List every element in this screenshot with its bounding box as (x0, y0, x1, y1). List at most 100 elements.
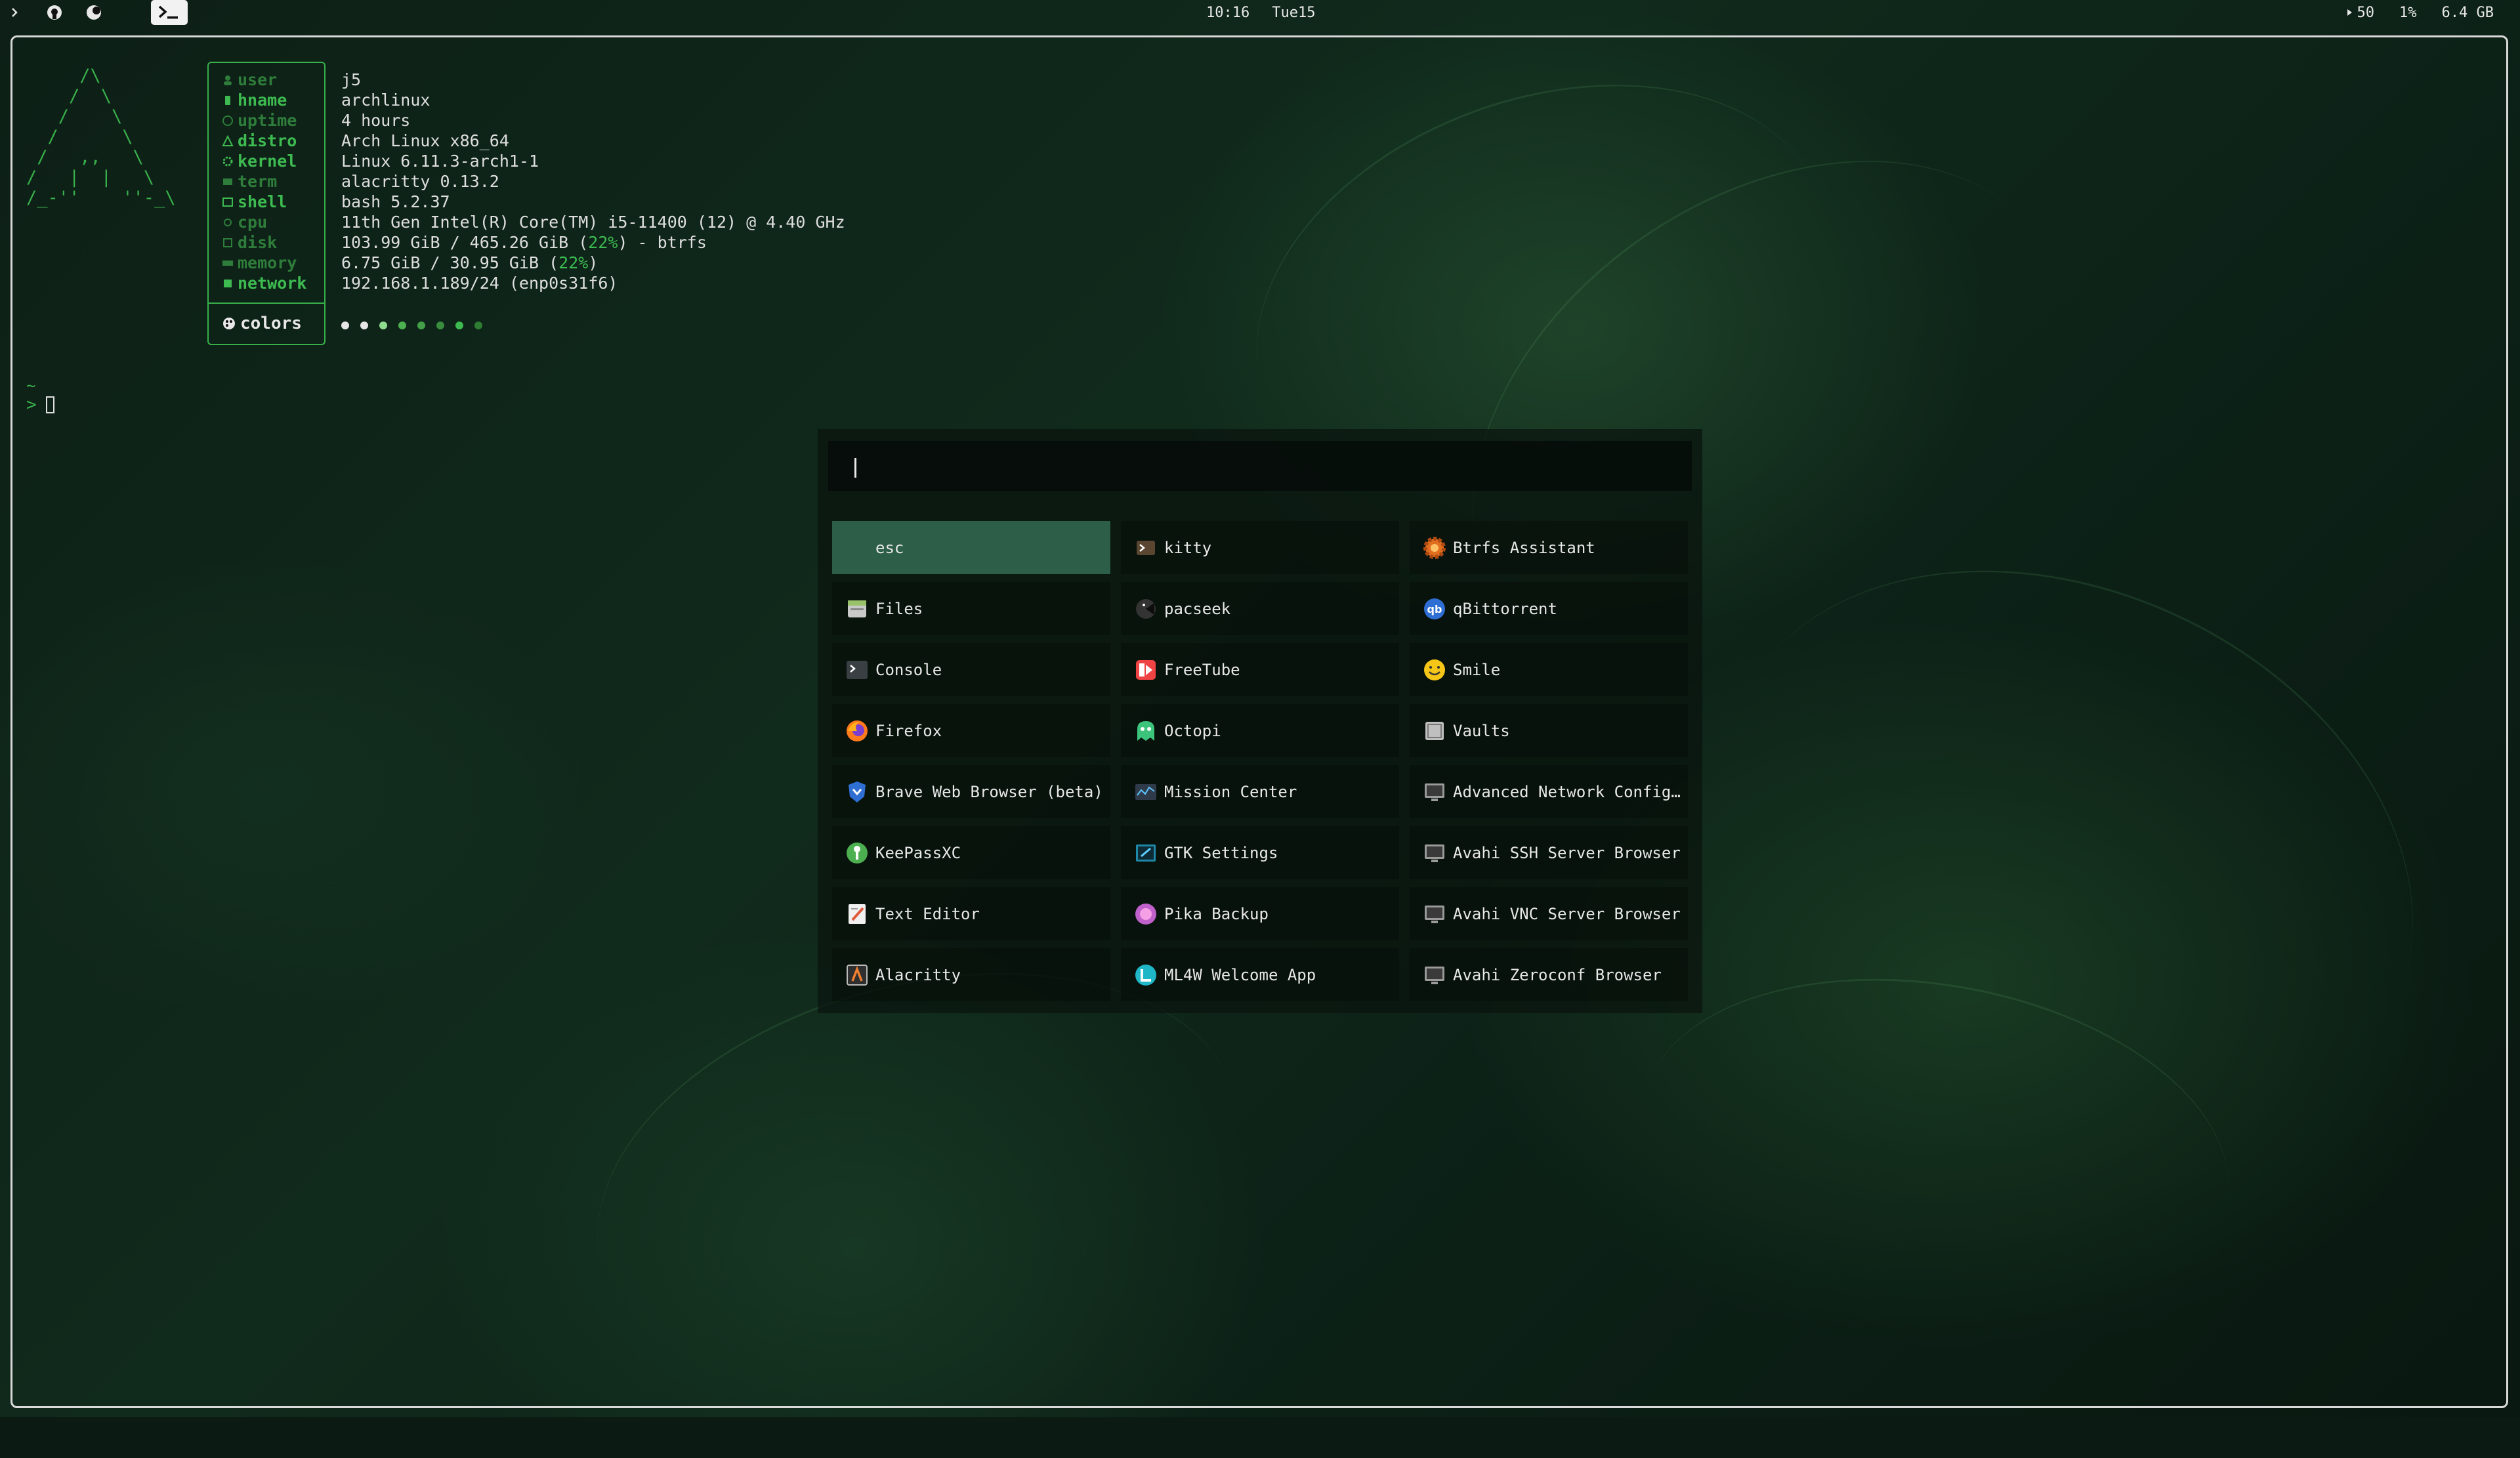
arch-logo: /\ / \ / \ / \ / ,, \ / | | \ /_-'' ''-_… (26, 66, 176, 208)
color-dot (379, 322, 387, 329)
launcher-item[interactable]: Console (832, 643, 1110, 696)
launcher-item[interactable]: KeePassXC (832, 826, 1110, 879)
launcher-item-label: Avahi Zeroconf Browser (1453, 965, 1662, 984)
prompt-directory: ~ (26, 377, 36, 395)
network-config-icon (1421, 779, 1448, 805)
host-icon (225, 95, 230, 105)
theme-toggle-icon[interactable] (85, 4, 102, 21)
fetch-label-uptime: uptime (222, 110, 297, 131)
launcher-item[interactable]: FreeTube (1121, 643, 1399, 696)
fetch-value-network: 192.168.1.189/24 (enp0s31f6) (341, 274, 618, 293)
launcher-item[interactable]: Advanced Network Configu… (1410, 765, 1688, 818)
launcher-item-label: Mission Center (1164, 782, 1297, 801)
launcher-item[interactable]: Alacritty (832, 948, 1110, 1001)
fetch-value-uptime: 4 hours (341, 111, 411, 130)
disk-icon (223, 238, 232, 247)
volume-value: 50 (2357, 4, 2375, 21)
fetch-label-term: term (222, 171, 277, 192)
launcher-item[interactable]: GTK Settings (1121, 826, 1399, 879)
fetch-value-hname: archlinux (341, 91, 430, 110)
launcher-item[interactable]: pacseek (1121, 582, 1399, 635)
fetch-value-user: j5 (341, 70, 362, 89)
launcher-item[interactable]: Text Editor (832, 887, 1110, 940)
gtk-settings-icon (1133, 840, 1159, 866)
color-dot (455, 322, 463, 329)
launcher-item[interactable]: Vaults (1410, 704, 1688, 757)
terminal-button[interactable] (151, 0, 188, 25)
octopi-icon (1133, 718, 1159, 744)
cpu-usage[interactable]: 1% (2399, 5, 2417, 21)
launcher-item[interactable]: Smile (1410, 643, 1688, 696)
fetch-label-colors: colors (222, 314, 302, 333)
chevron-right-icon[interactable] (7, 4, 24, 21)
brave-icon (844, 779, 870, 805)
launcher-item-label: Btrfs Assistant (1453, 538, 1595, 557)
fetch-value-cpu: 11th Gen Intel(R) Core(TM) i5-11400 (12)… (341, 213, 845, 232)
color-dot (436, 322, 444, 329)
launcher-item-esc[interactable]: esc (832, 521, 1110, 574)
fetch-value-distro: Arch Linux x86_64 (341, 131, 509, 150)
text-editor-icon (844, 901, 870, 927)
alacritty-icon (844, 962, 870, 988)
avahi-ssh-icon (1421, 840, 1448, 866)
launcher-item[interactable]: Octopi (1121, 704, 1399, 757)
color-dot (360, 322, 368, 329)
launcher-item[interactable]: Avahi VNC Server Browser (1410, 887, 1688, 940)
launcher-item-label: Advanced Network Configu… (1453, 782, 1688, 801)
launcher-item[interactable]: Avahi SSH Server Browser (1410, 826, 1688, 879)
avahi-zeroconf-icon (1421, 962, 1448, 988)
terminal-icon (158, 5, 178, 19)
launcher-item-label: qBittorrent (1453, 599, 1557, 618)
memory-usage[interactable]: 6.4 GB (2442, 5, 2494, 21)
volume-icon (2347, 9, 2352, 16)
files-icon (844, 596, 870, 622)
fetch-label-shell: shell (222, 192, 287, 212)
launcher-item-label: esc (875, 538, 904, 557)
search-input[interactable] (828, 441, 1692, 491)
launcher-item[interactable]: Pika Backup (1121, 887, 1399, 940)
launcher-item[interactable]: Mission Center (1121, 765, 1399, 818)
shell-icon (222, 197, 233, 207)
launcher-item[interactable]: Brave Web Browser (beta) (832, 765, 1110, 818)
launcher-item[interactable]: Files (832, 582, 1110, 635)
fetch-value-shell: bash 5.2.37 (341, 192, 450, 211)
launcher-item[interactable]: Btrfs Assistant (1410, 521, 1688, 574)
launcher-item-label: Text Editor (875, 904, 980, 923)
color-palette-dots (341, 322, 482, 329)
launcher-item-label: Vaults (1453, 721, 1510, 740)
color-dot (474, 322, 482, 329)
launcher-item[interactable]: Firefox (832, 704, 1110, 757)
fetch-value-term: alacritty 0.13.2 (341, 172, 499, 191)
volume-indicator[interactable]: 50 (2347, 4, 2375, 21)
fetch-label-distro: distro (222, 131, 297, 151)
launcher-item[interactable]: kitty (1121, 521, 1399, 574)
fetch-value-memory: 6.75 GiB / 30.95 GiB (22%) (341, 253, 598, 272)
pika-backup-icon (1133, 901, 1159, 927)
launcher-item[interactable]: Avahi Zeroconf Browser (1410, 948, 1688, 1001)
launcher-item-label: Smile (1453, 660, 1501, 679)
prompt-line[interactable]: > (26, 395, 54, 415)
btrfs-assistant-icon (1421, 535, 1448, 561)
ml4w-icon (1133, 962, 1159, 988)
gear-icon (222, 156, 233, 166)
launcher-item-label: Brave Web Browser (beta) (875, 782, 1103, 801)
github-icon[interactable] (46, 4, 63, 21)
fetch-label-user: user (222, 70, 277, 90)
clock-icon (222, 115, 233, 126)
firefox-icon (844, 718, 870, 744)
terminal-cursor (45, 396, 54, 413)
launcher-item[interactable]: qb qBittorrent (1410, 582, 1688, 635)
launcher-item-label: Avahi SSH Server Browser (1453, 843, 1681, 862)
vaults-icon (1421, 718, 1448, 744)
freetube-icon (1133, 657, 1159, 683)
launcher-item-label: ML4W Welcome App (1164, 965, 1316, 984)
keepassxc-icon (844, 840, 870, 866)
qbittorrent-icon: qb (1421, 596, 1448, 622)
fetch-label-kernel: kernel (222, 151, 297, 171)
launcher-item-label: kitty (1164, 538, 1212, 557)
launcher-item[interactable]: ML4W Welcome App (1121, 948, 1399, 1001)
launcher-item-label: KeePassXC (875, 843, 961, 862)
mission-center-icon (1133, 779, 1159, 805)
launcher-item-label: Alacritty (875, 965, 961, 984)
memory-icon (222, 260, 233, 266)
